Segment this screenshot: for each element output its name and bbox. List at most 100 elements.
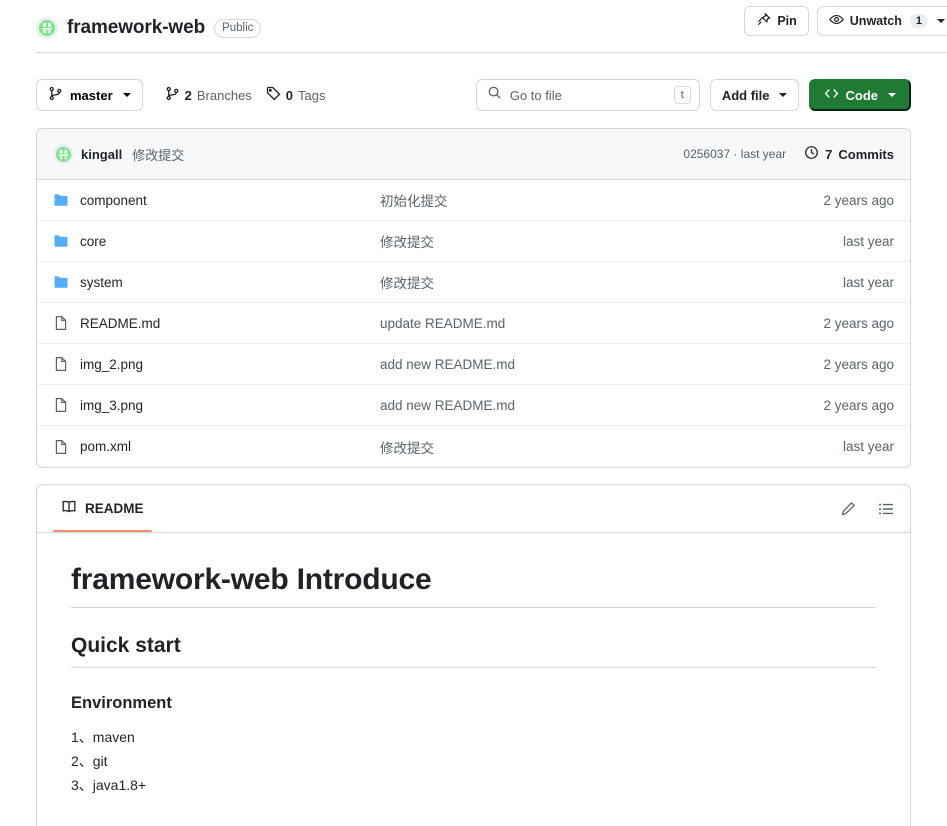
file-name-link[interactable]: img_2.png	[80, 357, 380, 372]
list-item: 3、java1.8+	[71, 777, 147, 793]
branch-icon	[48, 86, 63, 104]
table-row[interactable]: component 初始化提交 2 years ago	[37, 180, 910, 221]
file-commit-time: 2 years ago	[823, 315, 894, 331]
repo-owner-avatar-icon	[36, 17, 58, 39]
toolbar-right-group: Go to file t Add file Code	[475, 79, 911, 111]
search-shortcut-badge: t	[673, 86, 691, 104]
table-row[interactable]: core 修改提交 last year	[37, 221, 910, 262]
file-icon	[53, 315, 69, 331]
header-divider	[36, 52, 947, 53]
repo-toolbar: master 2 Branches 0 Tags Go to file t Ad…	[36, 76, 911, 114]
header-actions: Pin Unwatch 1	[744, 6, 947, 36]
file-commit-message[interactable]: add new README.md	[380, 357, 784, 372]
latest-commit-bar: kingall 修改提交 0256037 · last year 7 Commi…	[37, 129, 910, 180]
pin-button-label: Pin	[777, 14, 797, 28]
readme-panel: README framework-web Introduce Quick sta…	[36, 484, 911, 826]
file-commit-message[interactable]: update README.md	[380, 316, 784, 331]
readme-heading-2: Quick start	[71, 634, 876, 668]
watch-count-badge: 1	[909, 14, 928, 28]
file-name-link[interactable]: core	[80, 234, 380, 249]
commit-author-name[interactable]: kingall	[81, 147, 122, 162]
file-commit-time: last year	[842, 233, 894, 249]
tags-link[interactable]: 0 Tags	[266, 86, 326, 104]
file-commit-message[interactable]: 修改提交	[380, 231, 784, 251]
file-name-link[interactable]: README.md	[80, 316, 380, 331]
search-placeholder: Go to file	[509, 87, 562, 103]
visibility-badge: Public	[214, 18, 262, 38]
folder-icon	[53, 233, 69, 249]
branch-selector[interactable]: master	[36, 79, 143, 111]
table-row[interactable]: img_2.png add new README.md 2 years ago	[37, 344, 910, 385]
commit-message[interactable]: 修改提交	[132, 145, 184, 164]
commit-meta: 0256037 · last year 7 Commits	[683, 145, 894, 163]
commits-count-value: 7	[825, 146, 833, 162]
file-name-link[interactable]: img_3.png	[80, 398, 380, 413]
pencil-icon[interactable]	[840, 501, 856, 517]
commits-count-link[interactable]: 7 Commits	[804, 145, 894, 163]
tab-readme[interactable]: README	[53, 485, 152, 532]
add-file-button-label: Add file	[721, 87, 770, 103]
table-row[interactable]: system 修改提交 last year	[37, 262, 910, 303]
tab-readme-label: README	[85, 501, 144, 516]
file-commit-time: 2 years ago	[823, 397, 894, 413]
page-title[interactable]: framework-web	[67, 17, 205, 39]
list-outline-icon[interactable]	[878, 501, 894, 517]
file-name-link[interactable]: component	[80, 193, 380, 208]
file-icon	[53, 356, 69, 372]
file-commit-message[interactable]: 修改提交	[380, 437, 784, 457]
commit-author-avatar-icon	[53, 144, 73, 164]
book-icon	[61, 499, 77, 518]
tag-icon	[266, 86, 281, 104]
file-commit-time: last year	[842, 439, 894, 454]
table-row[interactable]: pom.xml 修改提交 last year	[37, 426, 910, 467]
file-commit-message[interactable]: 修改提交	[380, 272, 784, 292]
search-input[interactable]: Go to file t	[475, 79, 700, 111]
add-file-button[interactable]: Add file	[709, 79, 799, 111]
branch-icon	[165, 86, 180, 104]
unwatch-button[interactable]: Unwatch 1	[816, 6, 947, 36]
file-commit-message[interactable]: 初始化提交	[380, 190, 784, 210]
file-commit-time: last year	[842, 274, 894, 290]
file-icon	[53, 397, 69, 413]
repository-header: framework-web Public Pin Unwatch 1	[0, 0, 947, 46]
file-listing: kingall 修改提交 0256037 · last year 7 Commi…	[36, 128, 911, 468]
code-button[interactable]: Code	[808, 79, 911, 111]
pin-button[interactable]: Pin	[744, 6, 809, 36]
readme-environment-list: 1、maven 2、git 3、java1.8+	[71, 725, 876, 797]
chevron-down-icon	[888, 93, 896, 97]
file-name-link[interactable]: system	[80, 275, 380, 290]
list-item: 2、git	[71, 753, 108, 769]
file-commit-time: 2 years ago	[823, 192, 894, 208]
code-brackets-icon	[824, 86, 839, 104]
table-row[interactable]: README.md update README.md 2 years ago	[37, 303, 910, 344]
chevron-down-icon	[778, 93, 787, 97]
pin-icon	[756, 12, 772, 30]
readme-content: framework-web Introduce Quick start Envi…	[37, 533, 910, 797]
readme-heading-3: Environment	[71, 694, 172, 712]
branches-link[interactable]: 2 Branches	[165, 86, 252, 104]
repository-page: framework-web Public Pin Unwatch 1 maste…	[0, 0, 947, 826]
file-icon	[53, 439, 69, 455]
file-commit-time: 2 years ago	[823, 356, 894, 372]
search-icon	[487, 85, 502, 105]
file-commit-message[interactable]: add new README.md	[380, 398, 784, 413]
folder-icon	[53, 192, 69, 208]
chevron-down-icon	[937, 19, 945, 23]
branches-count: 2	[184, 87, 192, 103]
readme-heading-1: framework-web Introduce	[71, 563, 876, 608]
readme-tools	[840, 501, 894, 517]
tags-count: 0	[285, 87, 294, 103]
tags-label: Tags	[298, 87, 326, 103]
commit-hash-and-time[interactable]: 0256037 · last year	[683, 147, 786, 161]
file-rows: component 初始化提交 2 years ago core 修改提交 last ye…	[37, 180, 910, 467]
folder-icon	[53, 274, 69, 290]
branch-selector-label: master	[70, 87, 113, 103]
file-name-link[interactable]: pom.xml	[80, 439, 380, 454]
table-row[interactable]: img_3.png add new README.md 2 years ago	[37, 385, 910, 426]
code-button-label: Code	[845, 87, 879, 103]
history-clock-icon	[804, 145, 819, 163]
branches-label: Branches	[196, 87, 252, 103]
list-item: 1、maven	[71, 729, 135, 745]
readme-tabbar: README	[37, 485, 910, 533]
chevron-down-icon	[122, 93, 131, 97]
